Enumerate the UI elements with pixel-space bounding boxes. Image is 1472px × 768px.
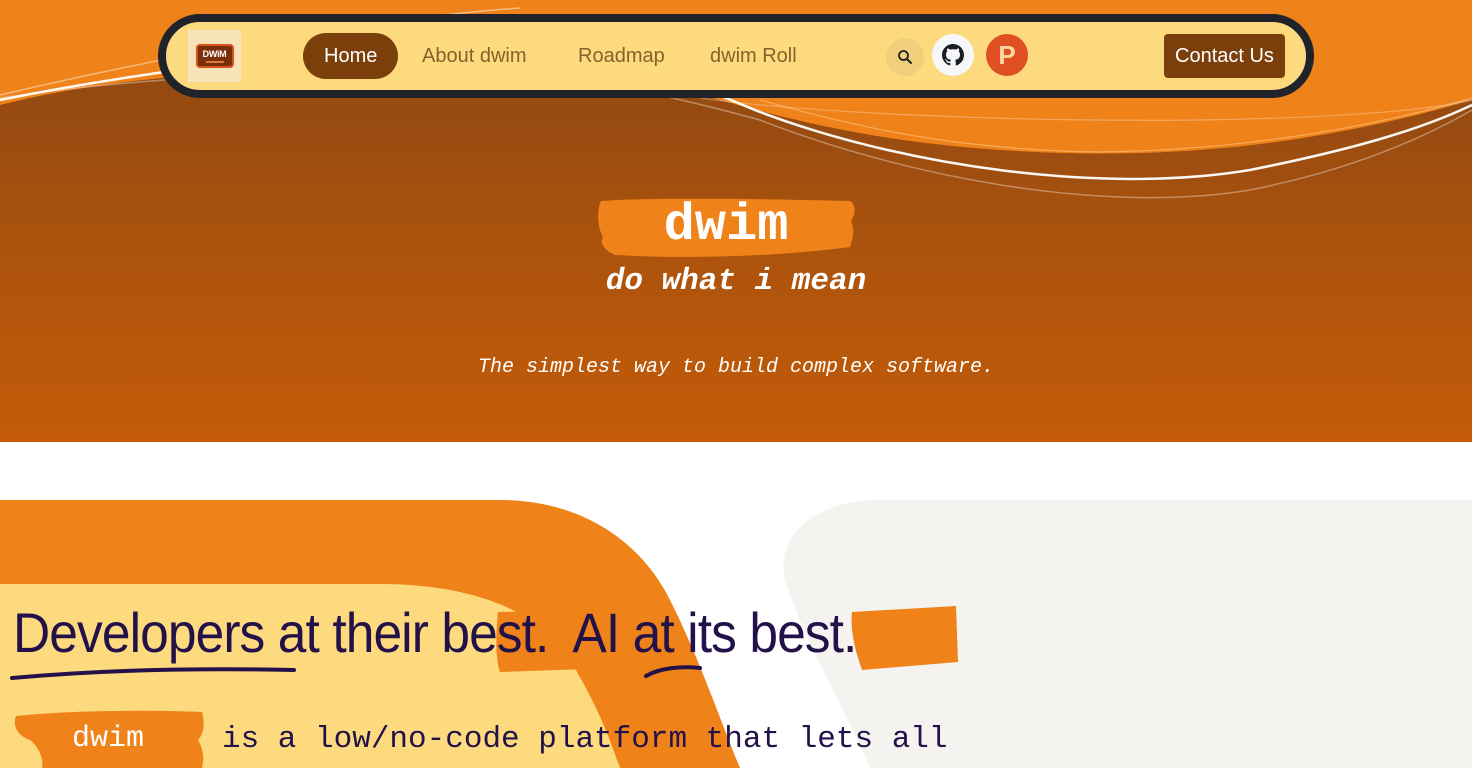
headline-developers: Developers bbox=[13, 601, 265, 664]
headline-text-3: at its bbox=[619, 601, 750, 664]
logo[interactable]: DWiM bbox=[188, 30, 241, 82]
logo-badge: DWiM bbox=[195, 44, 234, 68]
search-button[interactable] bbox=[886, 38, 924, 76]
headline-text-1: at their bbox=[264, 601, 442, 664]
logo-text: DWiM bbox=[202, 48, 227, 59]
headline-ai: AI bbox=[572, 601, 620, 664]
headline-best-2: best bbox=[749, 601, 844, 664]
navbar: DWiM Home About dwim Roadmap dwim Roll P… bbox=[158, 14, 1314, 98]
nav-dwim-roll[interactable]: dwim Roll bbox=[710, 33, 797, 79]
github-button[interactable] bbox=[932, 34, 974, 76]
section-description: is a low/no-code platform that lets all bbox=[222, 722, 948, 757]
nav-roadmap[interactable]: Roadmap bbox=[578, 33, 665, 79]
dwim-badge: dwim bbox=[71, 722, 144, 756]
product-hunt-icon: P bbox=[998, 39, 1016, 70]
headline-text-2: . bbox=[535, 601, 573, 664]
intro-section: Developers at their best. AI at its best… bbox=[0, 500, 1472, 768]
search-icon bbox=[898, 50, 912, 64]
nav-about-dwim[interactable]: About dwim bbox=[422, 33, 527, 79]
hero-subtitle: do what i mean bbox=[605, 264, 867, 299]
headline-text-4: . bbox=[843, 601, 857, 664]
product-hunt-button[interactable]: P bbox=[986, 34, 1028, 76]
nav-home[interactable]: Home bbox=[303, 33, 399, 79]
headline-best-1: best bbox=[441, 601, 536, 664]
hero-tagline: The simplest way to build complex softwa… bbox=[477, 356, 995, 379]
hero-section: DWiM Home About dwim Roadmap dwim Roll P… bbox=[0, 0, 1472, 442]
contact-us-button[interactable]: Contact Us bbox=[1164, 34, 1285, 78]
hero-title: dwim bbox=[663, 196, 789, 255]
section-headline: Developers at their best. AI at its best… bbox=[13, 600, 857, 665]
github-icon bbox=[942, 44, 964, 66]
logo-underline bbox=[205, 60, 224, 63]
